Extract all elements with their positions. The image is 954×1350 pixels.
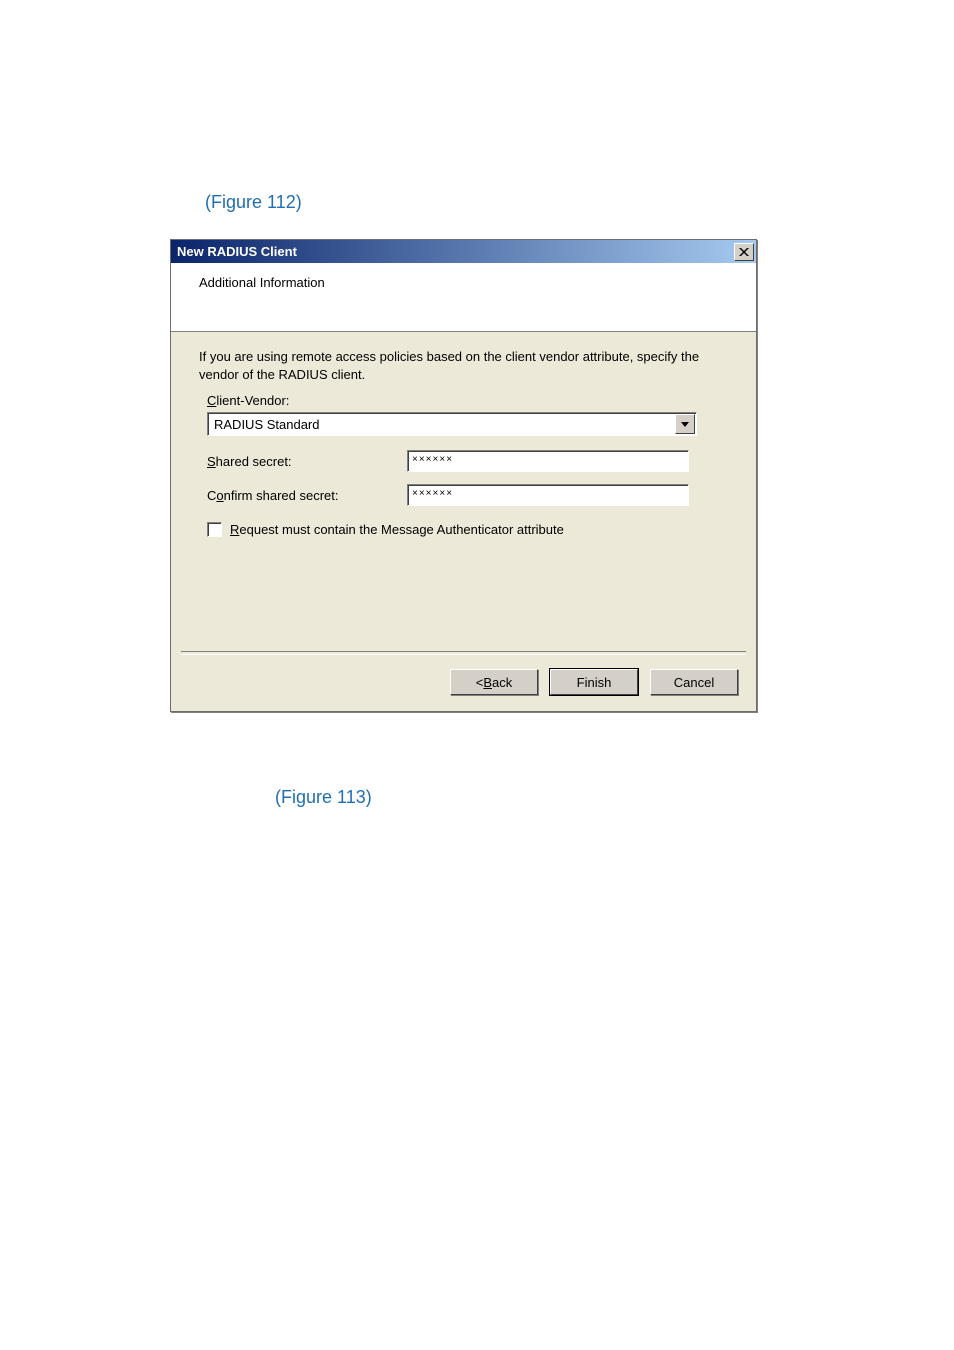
banner-text: Additional Information bbox=[199, 275, 756, 290]
paren-close: ) bbox=[296, 192, 302, 212]
separator bbox=[181, 651, 746, 655]
figure-link-1: (Figure 112) bbox=[205, 192, 302, 213]
client-vendor-value: RADIUS Standard bbox=[208, 417, 674, 432]
dialog-banner: Additional Information bbox=[171, 263, 756, 332]
shared-secret-row: Shared secret: ×××××× bbox=[207, 450, 716, 472]
button-bar: < Back Finish Cancel bbox=[450, 669, 738, 695]
dialog-title: New RADIUS Client bbox=[177, 244, 297, 259]
paren-close: ) bbox=[366, 787, 372, 807]
close-button[interactable] bbox=[734, 243, 754, 261]
figure-link-2: (Figure 113) bbox=[275, 787, 372, 808]
instruction-text: If you are using remote access policies … bbox=[199, 348, 716, 383]
cancel-button[interactable]: Cancel bbox=[650, 669, 738, 695]
dialog-body: If you are using remote access policies … bbox=[171, 332, 756, 537]
figure-link-text[interactable]: Figure 112 bbox=[211, 192, 296, 212]
back-button[interactable]: < Back bbox=[450, 669, 538, 695]
close-icon bbox=[739, 248, 749, 256]
authenticator-checkbox-label: Request must contain the Message Authent… bbox=[230, 522, 564, 537]
client-vendor-combo[interactable]: RADIUS Standard bbox=[207, 412, 697, 436]
shared-secret-label: Shared secret: bbox=[207, 454, 407, 469]
figure-link-text[interactable]: Figure 113 bbox=[281, 787, 366, 807]
confirm-secret-label: Confirm shared secret: bbox=[207, 488, 407, 503]
combo-dropdown-button[interactable] bbox=[675, 414, 695, 434]
finish-button[interactable]: Finish bbox=[550, 669, 638, 695]
authenticator-checkbox[interactable] bbox=[207, 522, 222, 537]
client-vendor-label: Client-Vendor: bbox=[207, 393, 716, 408]
chevron-down-icon bbox=[681, 422, 689, 427]
shared-secret-input[interactable]: ×××××× bbox=[407, 450, 689, 472]
authenticator-checkbox-row: Request must contain the Message Authent… bbox=[207, 522, 716, 537]
confirm-secret-input[interactable]: ×××××× bbox=[407, 484, 689, 506]
new-radius-client-dialog: New RADIUS Client Additional Information… bbox=[170, 239, 757, 712]
confirm-secret-row: Confirm shared secret: ×××××× bbox=[207, 484, 716, 506]
titlebar: New RADIUS Client bbox=[171, 240, 756, 263]
